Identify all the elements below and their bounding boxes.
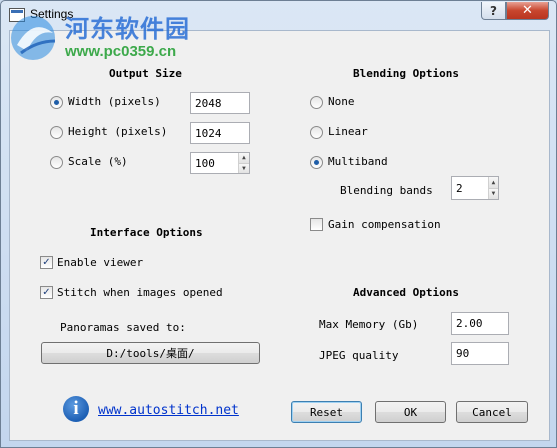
width-field[interactable]	[190, 92, 250, 114]
none-radio[interactable]	[310, 96, 323, 109]
window-title: Settings	[30, 7, 74, 21]
spin-down-icon[interactable]: ▼	[238, 163, 249, 173]
enable-viewer-checkbox[interactable]: ✓	[40, 256, 53, 269]
max-memory-label: Max Memory (Gb)	[319, 318, 419, 331]
spin-down-icon[interactable]: ▼	[488, 188, 498, 199]
linear-radio[interactable]	[310, 126, 323, 139]
scale-field[interactable]	[191, 153, 238, 173]
stitch-when-opened-checkbox[interactable]: ✓	[40, 286, 53, 299]
gain-compensation-checkbox[interactable]	[310, 218, 323, 231]
blending-bands-label: Blending bands	[340, 184, 433, 197]
none-label: None	[328, 95, 355, 108]
blending-bands-field[interactable]	[452, 177, 488, 199]
gain-compensation-label: Gain compensation	[328, 218, 441, 231]
blending-bands-spinbox[interactable]: ▲ ▼	[451, 176, 499, 200]
scale-radio[interactable]	[50, 156, 63, 169]
saved-to-label: Panoramas saved to:	[60, 321, 186, 334]
scale-spinbox[interactable]: ▲ ▼	[190, 152, 250, 174]
close-button[interactable]: ✕	[506, 2, 549, 20]
blending-options-heading: Blending Options	[353, 67, 459, 80]
save-path-button[interactable]: D:/tools/桌面/	[41, 342, 260, 364]
help-button[interactable]: ?	[481, 2, 506, 20]
multiband-label: Multiband	[328, 155, 388, 168]
jpeg-quality-field[interactable]	[451, 342, 509, 365]
title-bar[interactable]: Settings ? ✕	[1, 1, 556, 29]
multiband-radio[interactable]	[310, 156, 323, 169]
dialog-body: Output Size Width (pixels) Height (pixel…	[9, 30, 550, 441]
ok-button[interactable]: OK	[375, 401, 446, 423]
advanced-options-heading: Advanced Options	[353, 286, 459, 299]
cancel-button[interactable]: Cancel	[456, 401, 528, 423]
reset-button[interactable]: Reset	[291, 401, 362, 423]
scale-label: Scale (%)	[68, 155, 128, 168]
height-radio[interactable]	[50, 126, 63, 139]
spin-up-icon[interactable]: ▲	[488, 177, 498, 189]
settings-window: Settings ? ✕ Output Size Width (pixels) …	[0, 0, 557, 448]
autostitch-link[interactable]: www.autostitch.net	[98, 403, 239, 418]
window-icon	[9, 8, 25, 22]
width-radio[interactable]	[50, 96, 63, 109]
linear-label: Linear	[328, 125, 368, 138]
height-label: Height (pixels)	[68, 125, 168, 138]
height-field[interactable]	[190, 122, 250, 144]
interface-options-heading: Interface Options	[90, 226, 203, 239]
max-memory-field[interactable]	[451, 312, 509, 335]
enable-viewer-label: Enable viewer	[57, 256, 144, 269]
info-icon: i	[63, 396, 89, 422]
jpeg-quality-label: JPEG quality	[319, 349, 399, 362]
stitch-when-opened-label: Stitch when images opened	[57, 286, 223, 299]
width-label: Width (pixels)	[68, 95, 161, 108]
output-size-heading: Output Size	[109, 67, 182, 80]
spin-up-icon[interactable]: ▲	[238, 153, 249, 164]
